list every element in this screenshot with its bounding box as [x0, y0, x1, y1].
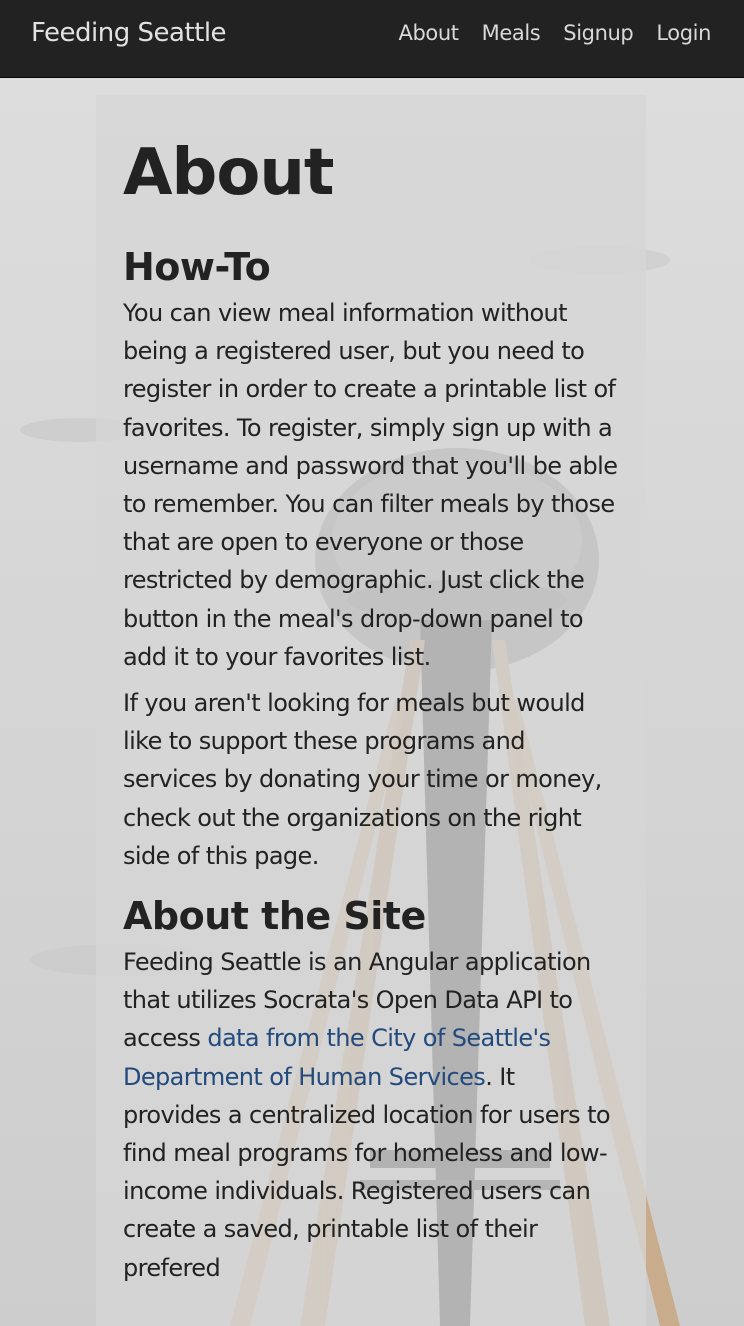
content-panel: About How-To You can view meal informati… [96, 95, 646, 1326]
nav-item-signup: Signup [563, 21, 633, 45]
about-site-text-2: . It provides a centralized location for… [123, 1062, 611, 1282]
nav-item-about: About [399, 21, 459, 45]
brand-link[interactable]: Feeding Seattle [31, 18, 227, 48]
about-site-paragraph: Feeding Seattle is an Angular applicatio… [123, 943, 619, 1287]
howto-paragraph-1: You can view meal information without be… [123, 299, 618, 671]
page-title: About [123, 136, 334, 210]
nav-links: About Meals Signup Login [399, 21, 712, 45]
navbar: Feeding Seattle About Meals Signup Login [0, 0, 744, 78]
nav-link-signup[interactable]: Signup [563, 21, 633, 45]
howto-heading: How-To [123, 245, 271, 289]
howto-paragraph-2: If you aren't looking for meals but woul… [123, 689, 602, 870]
nav-link-meals[interactable]: Meals [482, 21, 541, 45]
nav-link-login[interactable]: Login [656, 21, 711, 45]
nav-item-login: Login [656, 21, 711, 45]
about-site-heading: About the Site [123, 894, 426, 939]
nav-link-about[interactable]: About [399, 21, 459, 45]
nav-item-meals: Meals [482, 21, 541, 45]
